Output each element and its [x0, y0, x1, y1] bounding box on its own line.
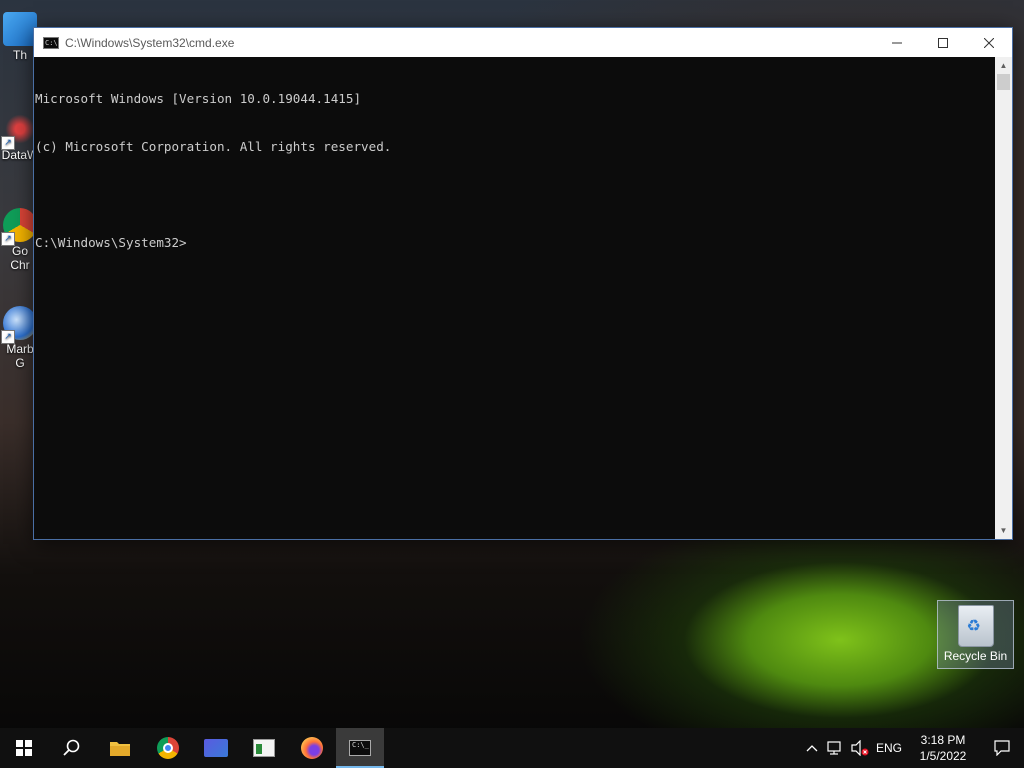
taskbar-chrome[interactable]: [144, 728, 192, 768]
cmd-app-icon: C:\: [43, 36, 59, 49]
clock-time: 3:18 PM: [920, 733, 966, 747]
shortcut-arrow-icon: ↗: [1, 136, 15, 150]
taskbar-cmd[interactable]: C:\_: [336, 728, 384, 768]
datawrapper-icon: ↗: [1, 112, 37, 150]
cmd-window[interactable]: C:\ C:\Windows\System32\cmd.exe Microsof…: [33, 27, 1013, 540]
vertical-scrollbar[interactable]: ▲ ▼: [995, 57, 1012, 539]
speaker-muted-icon: [851, 740, 869, 756]
firefox-icon: [301, 737, 323, 759]
chrome-icon: ↗: [1, 208, 37, 246]
taskbar-file-explorer[interactable]: [96, 728, 144, 768]
system-tray: ENG 3:18 PM 1/5/2022: [800, 728, 1024, 768]
network-icon: [827, 741, 841, 755]
clock[interactable]: 3:18 PM 1/5/2022: [906, 732, 980, 764]
start-button[interactable]: [0, 728, 48, 768]
close-button[interactable]: [966, 28, 1012, 57]
shortcut-arrow-icon: ↗: [1, 330, 15, 344]
terminal-icon: C:\_: [349, 740, 371, 756]
desktop-icon-recycle-bin[interactable]: Recycle Bin: [937, 600, 1014, 669]
recycle-bin-icon: [957, 605, 994, 647]
chrome-icon: [157, 737, 179, 759]
console-line: (c) Microsoft Corporation. All rights re…: [35, 139, 392, 154]
console-output[interactable]: Microsoft Windows [Version 10.0.19044.14…: [34, 57, 995, 539]
maximize-icon: [938, 37, 948, 48]
minimize-icon: [892, 42, 902, 43]
folder-icon: [110, 742, 130, 756]
show-hidden-icons-button[interactable]: [800, 728, 824, 768]
taskbar-app-green[interactable]: [240, 728, 288, 768]
notification-icon: [994, 740, 1010, 756]
scrollbar-thumb[interactable]: [997, 74, 1010, 90]
this-pc-icon: [3, 12, 37, 46]
clock-date: 1/5/2022: [919, 749, 967, 763]
scroll-up-arrow-icon[interactable]: ▲: [995, 57, 1012, 74]
minimize-button[interactable]: [874, 28, 920, 57]
volume-button[interactable]: [848, 728, 872, 768]
network-button[interactable]: [824, 728, 848, 768]
chevron-up-icon: [806, 745, 818, 752]
taskbar: C:\_ ENG 3:18 PM 1/5/2022: [0, 728, 1024, 768]
app-window-icon: [253, 739, 275, 757]
language-indicator[interactable]: ENG: [872, 741, 906, 755]
console-prompt[interactable]: C:\Windows\System32>: [35, 235, 995, 251]
taskbar-firefox[interactable]: [288, 728, 336, 768]
taskbar-app-blue[interactable]: [192, 728, 240, 768]
shortcut-arrow-icon: ↗: [1, 232, 15, 246]
scroll-down-arrow-icon[interactable]: ▼: [995, 522, 1012, 539]
window-titlebar[interactable]: C:\ C:\Windows\System32\cmd.exe: [34, 28, 1012, 57]
recycle-bin-label: Recycle Bin: [943, 649, 1008, 663]
console-line: Microsoft Windows [Version 10.0.19044.14…: [35, 91, 362, 106]
app-icon: [204, 739, 228, 757]
close-icon: [984, 37, 994, 48]
windows-start-icon: [16, 740, 32, 756]
maximize-button[interactable]: [920, 28, 966, 57]
window-title: C:\Windows\System32\cmd.exe: [65, 35, 235, 50]
search-icon: [63, 739, 80, 756]
search-button[interactable]: [48, 728, 96, 768]
marble-icon: ↗: [1, 306, 37, 344]
action-center-button[interactable]: [980, 728, 1024, 768]
